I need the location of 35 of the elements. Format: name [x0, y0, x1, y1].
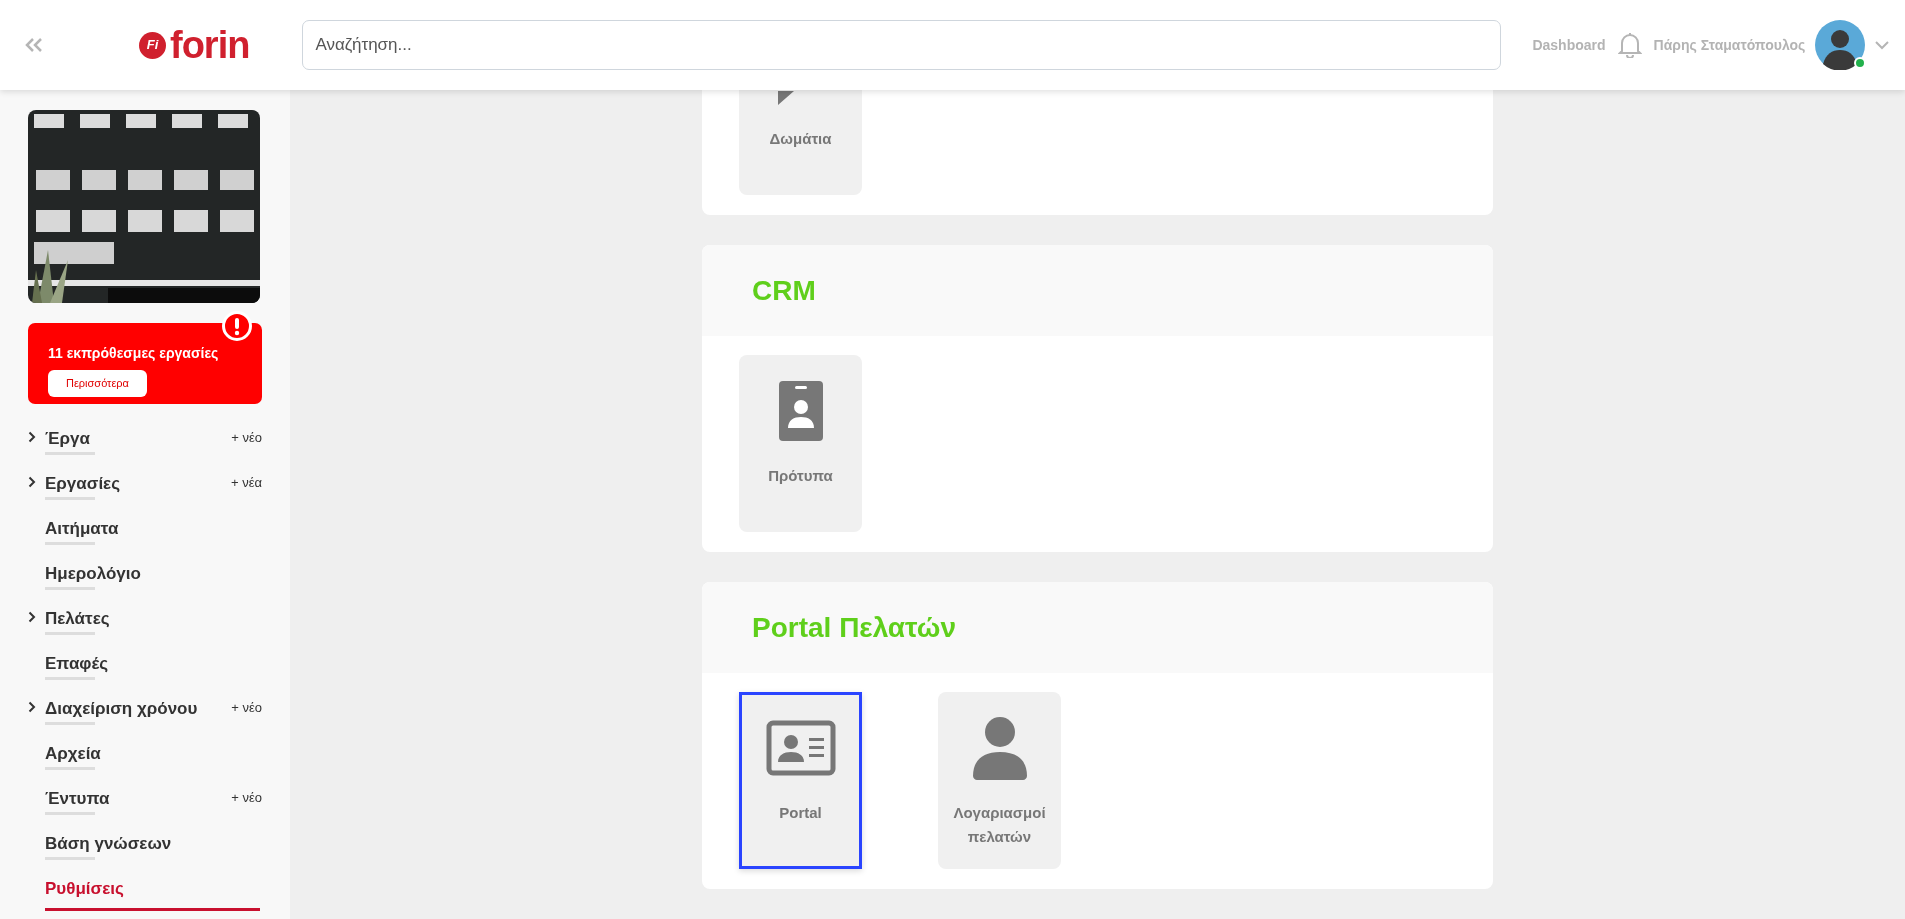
nav-item[interactable]: Επαφές [45, 651, 108, 686]
add-new-link[interactable]: + νέο [231, 788, 262, 808]
add-new-link[interactable]: + νέα [231, 473, 262, 493]
person-icon [971, 716, 1028, 780]
id-badge-icon [776, 379, 825, 443]
search-field[interactable]: Αναζήτηση... [302, 20, 1502, 70]
alert-text: 11 εκπρόθεσμες εργασίες [48, 344, 220, 363]
contact-card-icon [765, 720, 836, 776]
section-title: Portal Πελατών [752, 610, 957, 645]
app-tile[interactable]: Δωμάτια [739, 90, 862, 195]
add-new-link[interactable]: + νέο [231, 698, 262, 718]
nav-item[interactable]: Έντυπα [45, 786, 110, 821]
nav-item[interactable]: Πελάτες [45, 606, 110, 641]
app-tile[interactable]: Λογαριασμοί πελατών [938, 692, 1061, 869]
nav-item[interactable]: Ημερολόγιο [45, 561, 141, 596]
nav-item[interactable]: Βάση γνώσεων [45, 831, 172, 866]
more-button[interactable]: Περισσότερα [48, 370, 147, 397]
logo-mark: Fi [139, 31, 166, 59]
nav-item[interactable]: Έργα [45, 426, 90, 461]
section-title: CRM [752, 273, 816, 308]
avatar[interactable] [1815, 20, 1866, 70]
app-tile[interactable]: Portal [739, 692, 862, 869]
app-tile[interactable]: Πρότυπα [739, 355, 862, 532]
add-new-link[interactable]: + νέο [231, 428, 262, 448]
chevron-right-icon[interactable] [28, 476, 36, 488]
logo: forin [170, 26, 250, 64]
nav-item[interactable]: Ρυθμίσεις [45, 876, 260, 911]
nav-item[interactable]: Διαχείριση χρόνου [45, 696, 198, 731]
chevron-right-icon[interactable] [28, 431, 36, 443]
chevron-right-icon[interactable] [28, 701, 36, 713]
nav-item[interactable]: Αιτήματα [45, 516, 119, 551]
double-chevron-left-icon [24, 37, 44, 53]
chevron-right-icon[interactable] [28, 611, 36, 623]
nav-item[interactable]: Εργασίες [45, 471, 121, 506]
nav-item[interactable]: Αρχεία [45, 741, 101, 776]
